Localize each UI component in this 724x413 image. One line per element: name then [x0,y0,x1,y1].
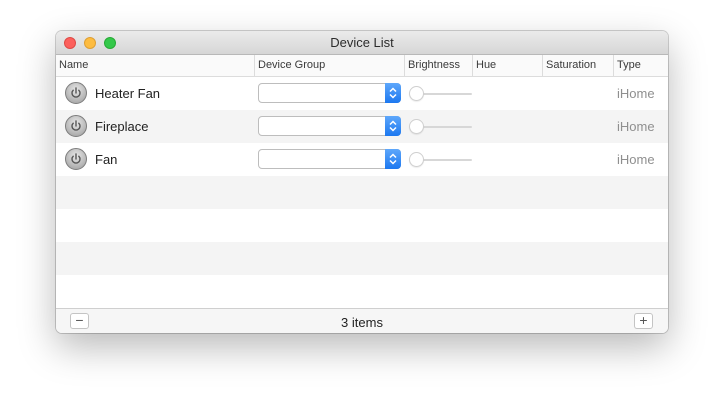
add-device-button[interactable]: + [634,313,653,329]
brightness-slider-knob[interactable] [409,152,424,167]
item-count: 3 items [341,315,383,330]
empty-row [56,275,668,308]
device-name: Fan [95,152,118,167]
table-row[interactable]: Fireplace iHome [56,110,668,143]
device-table: Heater Fan iHome Fireplace iHome Fan iHo… [56,77,668,309]
table-row[interactable]: Heater Fan iHome [56,77,668,110]
chevron-up-down-icon[interactable] [385,83,401,103]
footer-bar: − 3 items + [56,308,668,333]
column-header-saturation[interactable]: Saturation [543,55,614,76]
column-header-name[interactable]: Name [56,55,255,76]
window-title: Device List [330,35,394,50]
device-group-select[interactable] [258,83,401,103]
device-group-select[interactable] [258,116,401,136]
device-name: Fireplace [95,119,149,134]
power-icon[interactable] [65,82,87,104]
title-bar[interactable]: Device List [56,31,668,55]
column-header-type[interactable]: Type [614,55,668,76]
table-row[interactable]: Fan iHome [56,143,668,176]
column-header-hue[interactable]: Hue [473,55,543,76]
empty-row [56,209,668,242]
empty-row [56,242,668,275]
chevron-up-down-icon[interactable] [385,116,401,136]
device-list-window: Device List Name Device Group Brightness… [56,31,668,333]
brightness-slider-knob[interactable] [409,86,424,101]
device-name: Heater Fan [95,86,161,101]
brightness-slider[interactable] [416,93,472,95]
device-type: iHome [617,119,655,134]
brightness-slider[interactable] [416,159,472,161]
device-type: iHome [617,152,655,167]
table-header: Name Device Group Brightness Hue Saturat… [56,55,668,77]
column-header-brightness[interactable]: Brightness [405,55,473,76]
empty-row [56,176,668,209]
column-header-device-group[interactable]: Device Group [255,55,405,76]
power-icon[interactable] [65,115,87,137]
power-icon[interactable] [65,148,87,170]
brightness-slider[interactable] [416,126,472,128]
device-group-select[interactable] [258,149,401,169]
brightness-slider-knob[interactable] [409,119,424,134]
chevron-up-down-icon[interactable] [385,149,401,169]
device-type: iHome [617,86,655,101]
